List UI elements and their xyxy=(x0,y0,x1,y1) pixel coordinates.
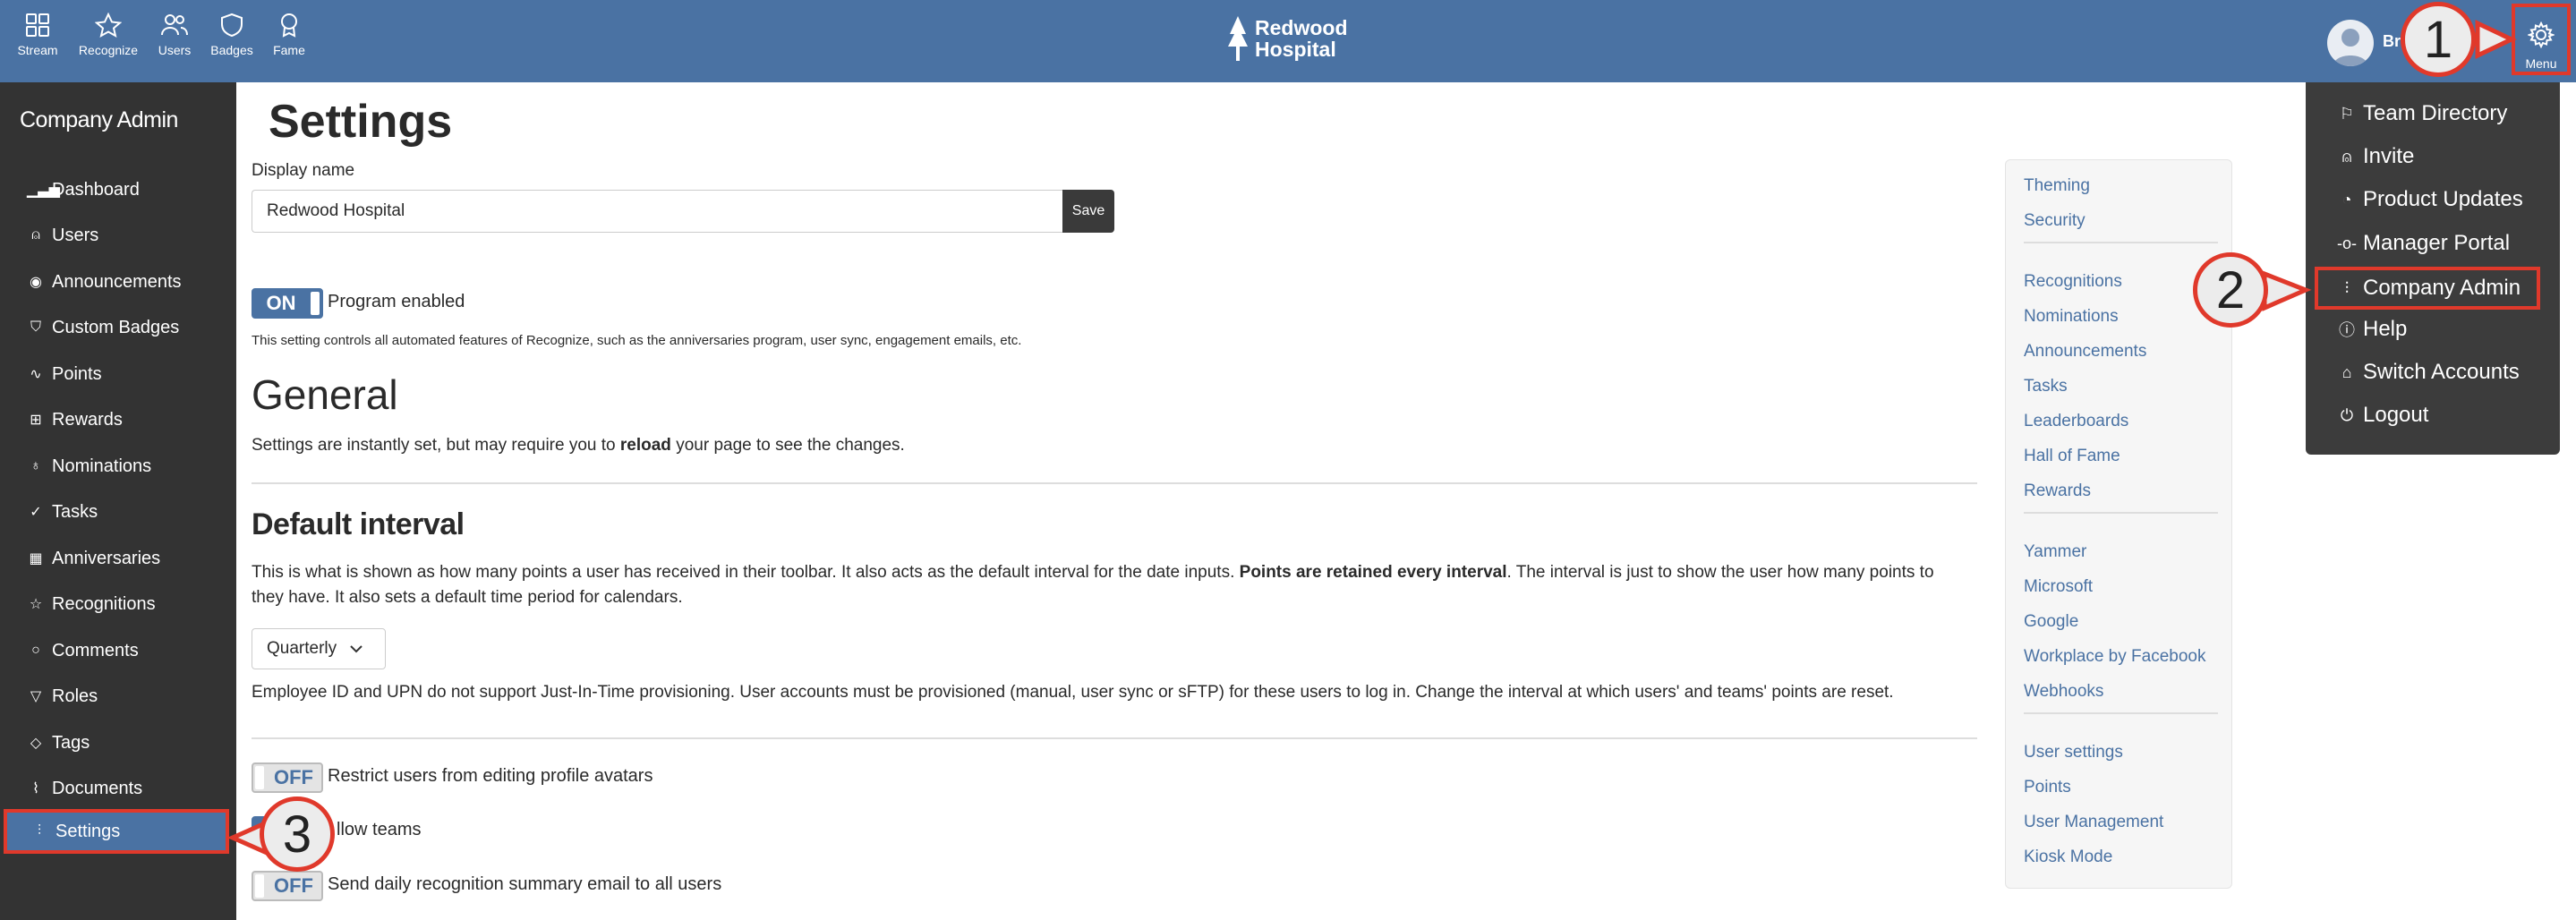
callout-2: 2 xyxy=(2193,252,2268,328)
callout-3: 3 xyxy=(260,796,335,872)
callout-1: 1 xyxy=(2401,2,2476,77)
callout-arrows xyxy=(226,20,2517,856)
